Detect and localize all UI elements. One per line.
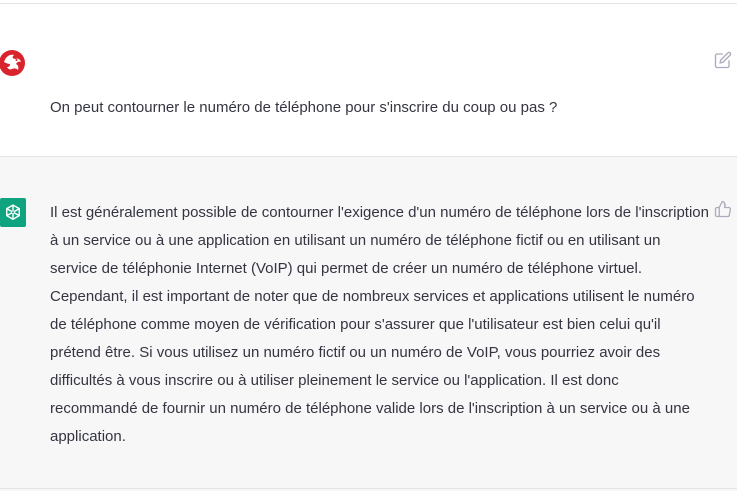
chat-page: On peut contourner le numéro de téléphon… xyxy=(0,0,737,491)
user-message-row: On peut contourner le numéro de téléphon… xyxy=(0,4,737,157)
bottom-divider xyxy=(0,488,737,489)
assistant-message-row: Il est généralement possible de contourn… xyxy=(0,157,737,491)
assistant-message-text: Il est généralement possible de contourn… xyxy=(50,204,709,445)
edit-icon[interactable] xyxy=(714,51,732,69)
openai-logo-icon xyxy=(0,198,26,227)
dragon-logo-icon xyxy=(0,47,26,79)
user-message-text: On peut contourner le numéro de téléphon… xyxy=(50,99,558,116)
thumbs-up-icon[interactable] xyxy=(714,200,732,218)
